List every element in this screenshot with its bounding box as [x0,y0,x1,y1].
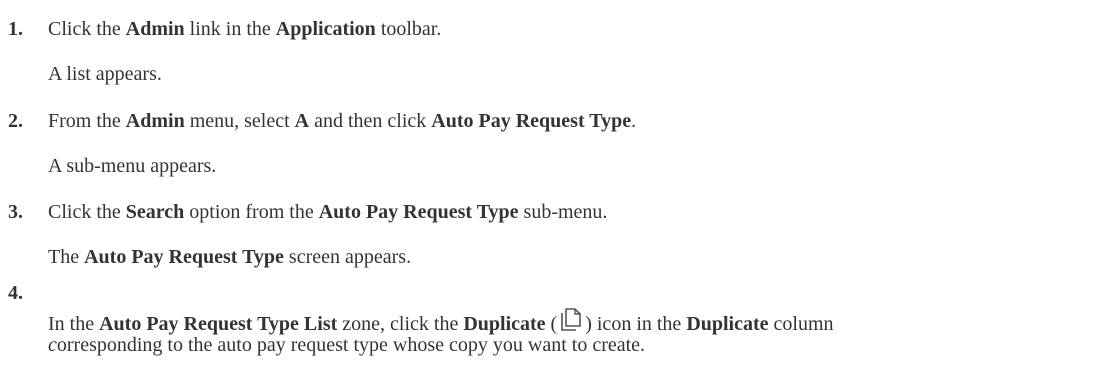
text: c [48,334,57,356]
ui-term-auto-pay-request-type: Auto Pay Request Type [318,201,519,223]
ui-term-application: Application [275,18,376,40]
ui-term-auto-pay-request-type: Auto Pay Request Type [431,110,632,132]
text: sub-menu. [518,201,608,223]
step-instruction: Click the Search option from the Auto Pa… [48,201,607,224]
ui-term-duplicate: Duplicate [686,313,769,335]
step-instruction-continued: corresponding to the auto pay request ty… [48,334,645,357]
ui-term-auto-pay-request-type-list: Auto Pay Request Type List [99,313,338,335]
ui-term-admin: Admin [125,110,185,132]
ui-term-a: A [294,110,310,132]
duplicate-icon [558,307,584,333]
step-result: The Auto Pay Request Type screen appears… [48,246,411,269]
ui-term-duplicate: Duplicate [463,313,546,335]
ui-term-auto-pay-request-type: Auto Pay Request Type [84,246,284,268]
text: . [631,110,637,132]
text: link in the [184,18,276,40]
text: zone, click the [337,313,464,335]
step-instruction: In the Auto Pay Request Type List zone, … [48,307,834,336]
text: In the [48,313,100,335]
text: orresponding to the auto pay request typ… [56,334,646,356]
text: screen appears. [283,246,412,268]
text: Click the [48,201,126,223]
step-number: 4. [8,282,23,304]
text: The [48,246,85,268]
step-result: A list appears. [48,63,162,85]
text: From the [48,110,126,132]
step-instruction: From the Admin menu, select A and then c… [48,110,636,133]
text: menu, select [184,110,295,132]
text: toolbar. [375,18,442,40]
text: Click the [48,18,126,40]
ui-term-admin: Admin [125,18,185,40]
step-number: 2. [8,110,23,132]
text: and then click [309,110,432,132]
ui-term-search: Search [125,201,185,223]
text: option from the [184,201,319,223]
step-result: A sub-menu appears. [48,155,217,177]
text: column [768,313,834,335]
text: ) icon in the [585,313,687,335]
text: ( [545,313,558,335]
step-instruction: Click the Admin link in the Application … [48,18,441,41]
step-number: 3. [8,201,23,223]
step-number: 1. [8,18,23,40]
